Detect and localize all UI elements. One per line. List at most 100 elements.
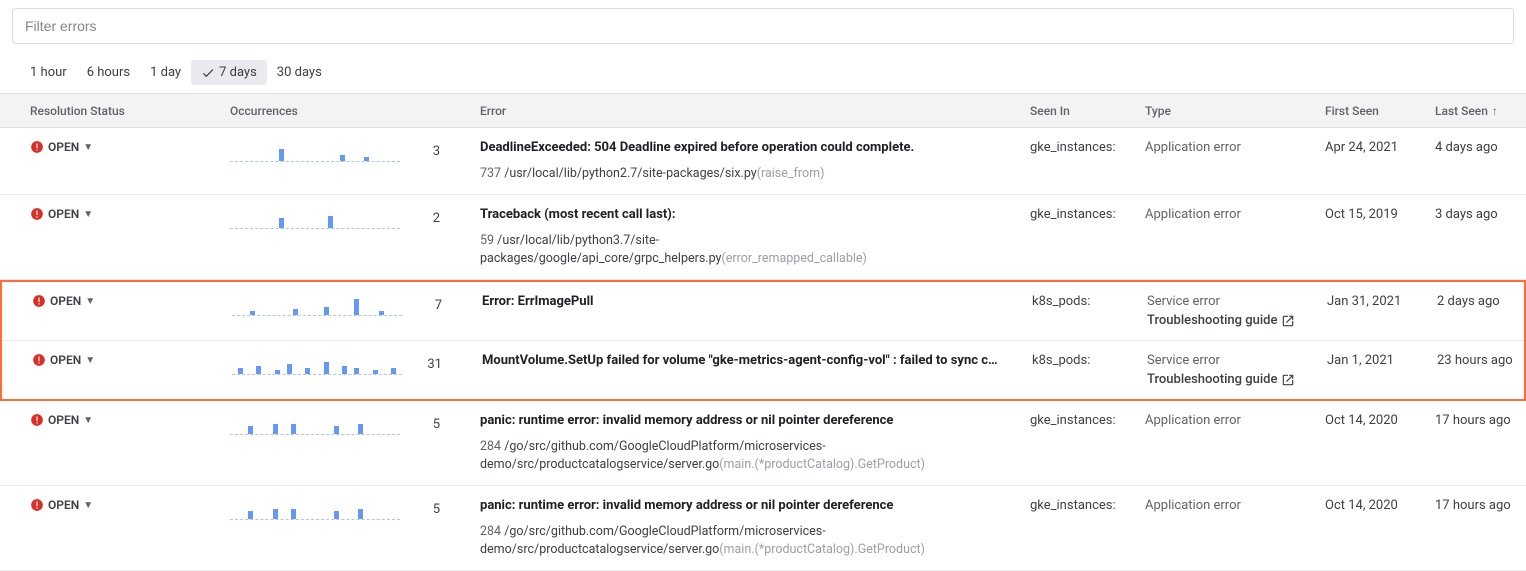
col-occurrences[interactable]: Occurrences	[230, 104, 480, 118]
caret-down-icon: ▼	[83, 415, 93, 426]
sparkline	[232, 294, 402, 316]
error-type: Application error	[1145, 498, 1325, 513]
time-tab-label: 1 day	[150, 65, 181, 80]
error-location: 737 /usr/local/lib/python2.7/site-packag…	[480, 165, 1010, 183]
error-title[interactable]: Traceback (most recent call last):	[480, 207, 1010, 224]
error-location: 59 /usr/local/lib/python3.7/site-package…	[480, 232, 1010, 267]
first-seen: Oct 14, 2020	[1325, 413, 1435, 428]
occurrence-count: 5	[410, 502, 440, 517]
caret-down-icon: ▼	[83, 142, 93, 153]
seen-in: gke_instances:	[1030, 413, 1145, 428]
first-seen: Oct 14, 2020	[1325, 498, 1435, 513]
troubleshooting-guide-link[interactable]: Troubleshooting guide	[1147, 313, 1327, 328]
error-type: Service error	[1147, 353, 1327, 368]
sort-ascending-icon: ↑	[1492, 104, 1498, 118]
highlighted-rows: OPEN▼7Error: ErrImagePullk8s_pods:Servic…	[0, 280, 1526, 401]
last-seen: 3 days ago	[1435, 207, 1526, 222]
col-seen-in[interactable]: Seen In	[1030, 104, 1145, 118]
error-icon	[32, 294, 46, 308]
occurrence-count: 3	[410, 144, 440, 159]
first-seen: Jan 1, 2021	[1327, 353, 1437, 368]
error-title[interactable]: panic: runtime error: invalid memory add…	[480, 498, 1010, 515]
status-label: OPEN	[50, 294, 81, 308]
sparkline	[232, 353, 402, 375]
status-label: OPEN	[48, 140, 79, 154]
status-chip[interactable]: OPEN ▼	[30, 207, 93, 221]
col-last-seen[interactable]: Last Seen ↑	[1435, 104, 1526, 118]
seen-in: gke_instances:	[1030, 207, 1145, 222]
caret-down-icon: ▼	[85, 296, 95, 307]
last-seen: 4 days ago	[1435, 140, 1526, 155]
table-row[interactable]: OPEN ▼ 3 DeadlineExceeded: 504 Deadline exp…	[0, 128, 1526, 195]
last-seen: 17 hours ago	[1435, 413, 1526, 428]
status-chip[interactable]: OPEN ▼	[30, 413, 93, 427]
col-error[interactable]: Error	[480, 104, 1030, 118]
seen-in: k8s_pods:	[1032, 294, 1147, 309]
external-link-icon	[1281, 373, 1295, 387]
error-type: Application error	[1145, 140, 1325, 155]
sparkline	[230, 140, 400, 162]
check-icon	[201, 66, 215, 80]
error-title[interactable]: Error: ErrImagePull	[482, 294, 1012, 311]
time-tab-1-hour[interactable]: 1 hour	[20, 60, 77, 85]
table-row[interactable]: OPEN ▼ 5 panic: runtime error: invalid memo…	[0, 486, 1526, 571]
status-chip[interactable]: OPEN ▼	[32, 294, 95, 308]
troubleshooting-guide-link[interactable]: Troubleshooting guide	[1147, 372, 1327, 387]
last-seen: 23 hours ago	[1437, 353, 1526, 368]
sparkline	[230, 498, 400, 520]
error-type: Service error	[1147, 294, 1327, 309]
table-row[interactable]: OPEN▼31MountVolume.SetUp failed for volu…	[2, 341, 1524, 399]
time-tab-6-hours[interactable]: 6 hours	[77, 60, 140, 85]
status-label: OPEN	[48, 207, 79, 221]
error-icon	[30, 140, 44, 154]
status-chip[interactable]: OPEN▼	[32, 353, 95, 367]
sparkline	[230, 413, 400, 435]
table-row[interactable]: OPEN ▼ 7 Error: ErrImagePull k8s_pods:Servic…	[2, 282, 1524, 341]
time-tab-label: 30 days	[277, 65, 322, 80]
error-type: Application error	[1145, 207, 1325, 222]
time-tab-30-days[interactable]: 30 days	[267, 60, 332, 85]
caret-down-icon: ▼	[83, 500, 93, 511]
status-label: OPEN	[48, 498, 79, 512]
time-tab-label: 7 days	[219, 65, 257, 80]
table-row[interactable]: OPEN ▼ 5 panic: runtime error: invalid memo…	[0, 401, 1526, 486]
error-icon	[30, 413, 44, 427]
table-header: Resolution Status Occurrences Error Seen…	[0, 94, 1526, 128]
status-label: OPEN	[48, 413, 79, 427]
status-label: OPEN	[50, 353, 81, 367]
external-link-icon	[1281, 314, 1295, 328]
occurrence-count: 2	[410, 211, 440, 226]
error-icon	[30, 498, 44, 512]
sparkline	[230, 207, 400, 229]
time-tab-label: 1 hour	[30, 65, 67, 80]
time-tab-label: 6 hours	[87, 65, 130, 80]
error-title[interactable]: panic: runtime error: invalid memory add…	[480, 413, 1010, 430]
time-range-tabs: 1 hour 6 hours 1 day 7 days 30 days	[0, 44, 1526, 93]
error-location: 284 /go/src/github.com/GoogleCloudPlatfo…	[480, 438, 1010, 473]
caret-down-icon: ▼	[83, 209, 93, 220]
time-tab-1-day[interactable]: 1 day	[140, 60, 191, 85]
status-chip[interactable]: OPEN ▼	[30, 140, 93, 154]
seen-in: gke_instances:	[1030, 498, 1145, 513]
error-icon	[32, 353, 46, 367]
error-location: 284 /go/src/github.com/GoogleCloudPlatfo…	[480, 523, 1010, 558]
first-seen: Apr 24, 2021	[1325, 140, 1435, 155]
seen-in: gke_instances:	[1030, 140, 1145, 155]
occurrence-count: 7	[412, 298, 442, 313]
error-icon	[30, 207, 44, 221]
time-tab-7-days[interactable]: 7 days	[191, 60, 267, 85]
col-first-seen[interactable]: First Seen	[1325, 104, 1435, 118]
occurrence-count: 5	[410, 417, 440, 432]
status-chip[interactable]: OPEN ▼	[30, 498, 93, 512]
error-title[interactable]: DeadlineExceeded: 504 Deadline expired b…	[480, 140, 1010, 157]
filter-errors-input[interactable]	[12, 8, 1514, 44]
last-seen: 2 days ago	[1437, 294, 1526, 309]
seen-in: k8s_pods:	[1032, 353, 1147, 368]
col-resolution-status[interactable]: Resolution Status	[30, 104, 230, 118]
col-type[interactable]: Type	[1145, 104, 1325, 118]
table-row[interactable]: OPEN ▼ 2 Traceback (most recent call last):…	[0, 195, 1526, 280]
error-type: Application error	[1145, 413, 1325, 428]
last-seen: 17 hours ago	[1435, 498, 1526, 513]
error-title[interactable]: MountVolume.SetUp failed for volume "gke…	[482, 353, 1012, 370]
first-seen: Jan 31, 2021	[1327, 294, 1437, 309]
